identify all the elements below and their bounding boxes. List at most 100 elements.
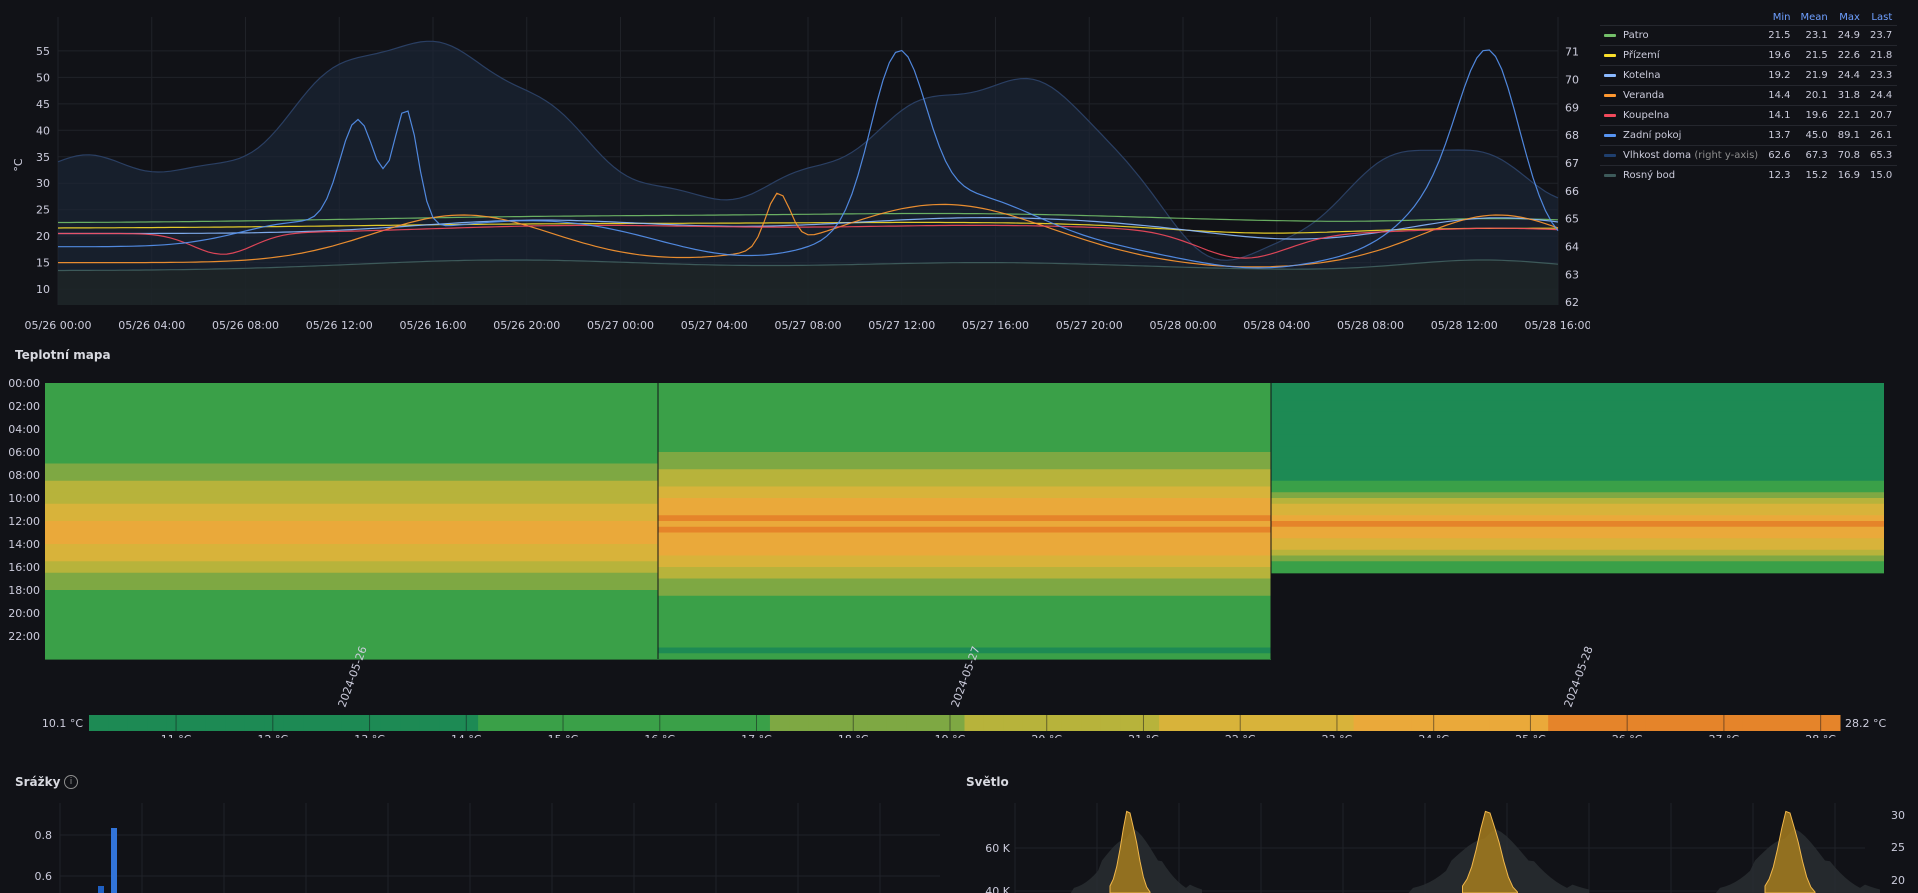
heatmap-cell [658, 641, 1271, 649]
scale-tick-label: 25 °C [1515, 733, 1546, 738]
heatmap-y-tick-label: 00:00 [8, 377, 40, 390]
scale-cell [1703, 715, 1724, 731]
scale-tick-label: 13 °C [354, 733, 385, 738]
heatmap-cell [658, 486, 1271, 493]
scale-cell [867, 715, 888, 731]
right-y-tick-label: 70 [1565, 74, 1579, 87]
legend-last-value: 21.8 [1864, 45, 1898, 66]
legend-header-last[interactable]: Last [1865, 10, 1897, 26]
scale-cell [1042, 715, 1063, 731]
heatmap-cell [658, 446, 1271, 453]
precip-bar [111, 828, 117, 893]
heatmap-cell [1271, 503, 1884, 511]
legend-row[interactable]: Patro 21.5 23.1 24.9 23.7 [1600, 25, 1898, 46]
heatmap-cell [1271, 463, 1884, 470]
heatmap-cell [658, 503, 1271, 511]
legend-row[interactable]: Koupelna 14.1 19.6 22.1 20.7 [1600, 105, 1898, 126]
x-tick-label: 05/26 16:00 [400, 319, 467, 332]
heatmap-cell [658, 601, 1271, 608]
heatmap-cell [658, 590, 1271, 597]
heatmap-cell [45, 388, 658, 396]
legend-row[interactable]: Přízemí 19.6 21.5 22.6 21.8 [1600, 45, 1898, 66]
heatmap-cell [45, 503, 658, 511]
scale-cell [1587, 715, 1608, 731]
heatmap-cell [45, 429, 658, 436]
scale-cell [653, 715, 674, 731]
heatmap-cell [658, 457, 1271, 465]
right-y-tick-label: 63 [1565, 268, 1579, 281]
light-chart[interactable]: 60 K 40 K 30 25 20 [955, 795, 1918, 893]
heatmap-cell [45, 624, 658, 631]
legend-max-value: 31.8 [1832, 85, 1865, 106]
heatmap-cell [658, 549, 1271, 557]
scale-cell [1373, 715, 1394, 731]
legend-header-max[interactable]: Max [1833, 10, 1865, 26]
heatmap-cell [45, 526, 658, 534]
scale-cell [1431, 715, 1452, 731]
legend-last-value: 15.0 [1864, 165, 1898, 185]
scale-tick-label: 15 °C [548, 733, 579, 738]
series-axis-note: (right y-axis) [1691, 150, 1759, 161]
series-color-swatch [1604, 173, 1616, 177]
scale-cell [964, 715, 985, 731]
scale-cell [750, 715, 771, 731]
heatmap-cell [45, 440, 658, 447]
heatmap-y-tick-label: 16:00 [8, 561, 40, 574]
heatmap-cell [1271, 457, 1884, 465]
heatmap-cell [45, 555, 658, 562]
heatmap-cell [658, 429, 1271, 436]
scale-cell [906, 715, 927, 731]
scale-cell [672, 715, 693, 731]
right-y-tick-label: 65 [1565, 213, 1579, 226]
heatmap-cell [1271, 555, 1884, 562]
precip-y-tick-label: 0.6 [35, 870, 53, 883]
scale-tick-label: 19 °C [935, 733, 966, 738]
series-name: Veranda [1623, 90, 1665, 101]
heatmap-cell [45, 394, 658, 401]
legend-row[interactable]: Kotelna 19.2 21.9 24.4 23.3 [1600, 65, 1898, 86]
heatmap-cell [45, 400, 658, 407]
x-tick-label: 05/26 20:00 [493, 319, 560, 332]
precip-chart[interactable]: 0.8 0.6 [0, 795, 963, 893]
series-name: Patro [1623, 30, 1649, 41]
right-y-tick-label: 69 [1565, 101, 1579, 114]
heatmap-cell [1271, 538, 1884, 545]
heatmap-cell [1271, 452, 1884, 459]
heatmap-cell [1271, 388, 1884, 396]
scale-cell [186, 715, 207, 731]
heatmap-cell [658, 383, 1271, 390]
heatmap-cell [45, 584, 658, 591]
heatmap-cell [1271, 434, 1884, 442]
temperature-chart[interactable]: 55 50 45 40 35 30 25 20 15 10 71 70 69 68 67 66 65 64 63 62… [0, 0, 1606, 340]
legend-row[interactable]: Zadní pokoj 13.7 45.0 89.1 26.1 [1600, 125, 1898, 146]
scale-cell [1120, 715, 1141, 731]
heatmap-cell [45, 423, 658, 430]
legend-header-mean[interactable]: Mean [1795, 10, 1832, 26]
y-tick-label: 15 [36, 257, 50, 270]
heatmap-y-tick-label: 10:00 [8, 492, 40, 505]
heatmap-cell [45, 492, 658, 499]
heatmap-cell [658, 607, 1271, 614]
scale-tick-label: 20 °C [1031, 733, 1062, 738]
heatmap-y-tick-label: 14:00 [8, 538, 40, 551]
heatmap-cell [45, 630, 658, 637]
scale-tick-label: 26 °C [1612, 733, 1643, 738]
legend-header-min[interactable]: Min [1763, 10, 1795, 26]
heatmap-chart[interactable]: 2024-05-26 2024-05-27 2024-05-2800:0002:00… [0, 368, 1918, 746]
heatmap-cell [45, 607, 658, 614]
heatmap-cell [1271, 440, 1884, 447]
scale-cell [633, 715, 654, 731]
scale-cell [1353, 715, 1374, 731]
legend-row[interactable]: Vlhkost doma (right y-axis) 62.6 67.3 70.8 6… [1600, 145, 1898, 166]
heatmap-cell [1271, 423, 1884, 430]
scale-cell [341, 715, 362, 731]
scale-cell [264, 715, 285, 731]
light-y-tick-label: 40 K [985, 885, 1010, 893]
info-icon[interactable]: i [64, 775, 78, 789]
legend-row[interactable]: Rosný bod 12.3 15.2 16.9 15.0 [1600, 165, 1898, 185]
heatmap-cell [1271, 429, 1884, 436]
scale-cell [400, 715, 421, 731]
legend-row[interactable]: Veranda 14.4 20.1 31.8 24.4 [1600, 85, 1898, 106]
heatmap-cell [45, 469, 658, 476]
scale-tick-label: 12 °C [257, 733, 288, 738]
